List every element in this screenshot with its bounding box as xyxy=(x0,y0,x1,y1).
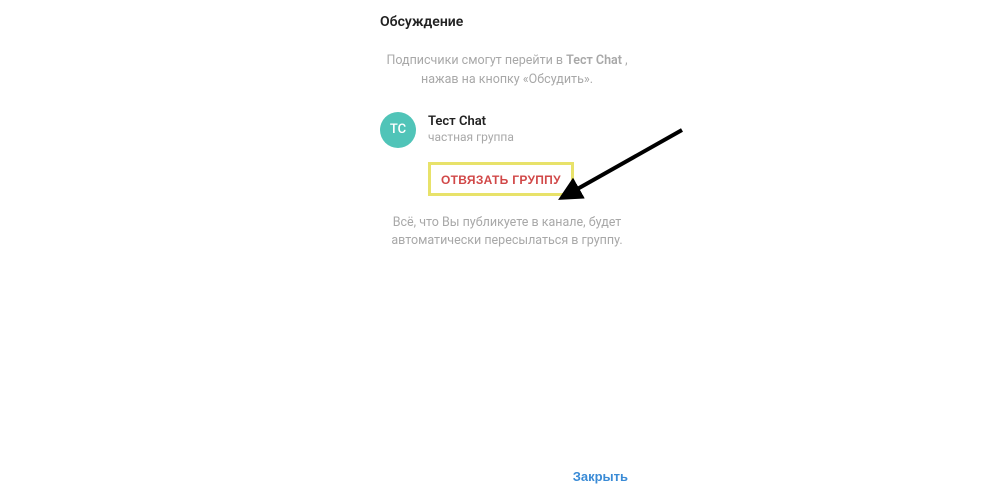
chat-name: Тест Chat xyxy=(428,114,514,131)
discussion-dialog: Обсуждение Подписчики смогут перейти в Т… xyxy=(362,0,652,500)
unlink-group-button[interactable]: ОТВЯЗАТЬ ГРУППУ xyxy=(439,171,563,189)
close-button[interactable]: Закрыть xyxy=(567,465,634,488)
chat-info: Тест Chat частная группа xyxy=(428,112,514,146)
dialog-footer: Закрыть xyxy=(380,465,634,488)
highlight-annotation: ОТВЯЗАТЬ ГРУППУ xyxy=(428,162,574,196)
chat-type: частная группа xyxy=(428,130,514,146)
description-top-prefix: Подписчики смогут перейти в xyxy=(386,53,566,68)
description-bottom: Всё, что Вы публикуете в канале, будет а… xyxy=(380,214,634,252)
linked-chat-row[interactable]: TC Тест Chat частная группа xyxy=(380,112,634,148)
dialog-title: Обсуждение xyxy=(380,14,634,30)
unlink-wrapper: ОТВЯЗАТЬ ГРУППУ xyxy=(428,162,634,196)
chat-avatar: TC xyxy=(380,112,416,148)
description-top-chatname: Тест Chat xyxy=(566,53,622,68)
description-top: Подписчики смогут перейти в Тест Chat , … xyxy=(380,52,634,90)
